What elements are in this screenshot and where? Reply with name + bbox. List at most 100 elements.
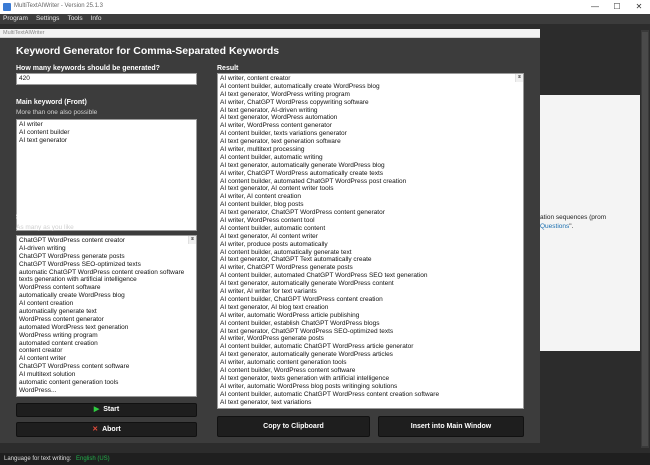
- keyword-count-value: 420: [19, 75, 30, 82]
- list-item: automatically create WordPress blog: [19, 292, 125, 300]
- status-bar: Language for text writing: English (US): [0, 453, 650, 465]
- list-item: AI text generator: [19, 136, 68, 144]
- list-item: automated WordPress text generation: [19, 323, 129, 331]
- result-row: AI text generator, automatically generat…: [220, 280, 394, 288]
- background-document-panel: ation sequences (prom Questions".: [540, 95, 640, 351]
- result-row: AI content builder, establish ChatGPT Wo…: [220, 319, 380, 327]
- dialog-heading: Keyword Generator for Comma-Separated Ke…: [16, 45, 280, 57]
- play-icon: ▶: [93, 406, 100, 413]
- result-row: AI content builder, automated ChatGPT Wo…: [220, 272, 428, 280]
- minimize-icon[interactable]: —: [584, 0, 606, 14]
- result-label: Result: [217, 65, 239, 72]
- result-row: AI text generator, ChatGPT WordPress SEO…: [220, 327, 394, 335]
- sub-keywords-label: Sub-Keywords (Back): [16, 214, 89, 221]
- result-row: AI content builder, texts variations gen…: [220, 130, 347, 138]
- result-row: AI content builder, blog posts: [220, 201, 304, 209]
- result-row: AI text generator, texts generation with…: [220, 374, 390, 382]
- main-scrollbar[interactable]: [641, 30, 649, 448]
- list-item: WordPress content software: [19, 284, 101, 292]
- result-row: AI text generator, AI content writer: [220, 232, 318, 240]
- list-item: AI content creation: [19, 300, 74, 308]
- keyword-count-label: How many keywords should be generated?: [16, 65, 160, 72]
- list-item: AI content writer: [19, 355, 66, 363]
- result-row: AI content builder, automatic ChatGPT Wo…: [220, 390, 440, 398]
- result-row: AI writer, WordPress generate posts: [220, 335, 324, 343]
- result-row: AI text generator, automatically generat…: [220, 351, 393, 359]
- result-row: AI content builder, automated ChatGPT Wo…: [220, 177, 407, 185]
- result-row: AI writer, AI writer for text variants: [220, 288, 317, 296]
- keyword-generator-dialog: MultiTextAIWriter Keyword Generator for …: [0, 29, 540, 443]
- keyword-count-input[interactable]: 420: [16, 73, 197, 85]
- window-title: MultiTextAIWriter - Version 25.1.3: [14, 3, 103, 9]
- sub-keywords-scrollbar[interactable]: ▲ ▼: [188, 236, 196, 244]
- list-item: content creator: [19, 347, 63, 355]
- result-row: AI text generator, AI content writer too…: [220, 185, 334, 193]
- result-row: AI writer, ChatGPT WordPress copywriting…: [220, 98, 369, 106]
- list-item: AI-driven writing: [19, 244, 66, 252]
- result-row: AI text generator, automatically generat…: [220, 161, 385, 169]
- menu-settings[interactable]: Settings: [36, 14, 60, 24]
- result-row: AI content builder, automatic content: [220, 224, 326, 232]
- scroll-down-icon[interactable]: ▼: [189, 236, 196, 244]
- copy-to-clipboard-button[interactable]: Copy to Clipboard: [217, 416, 370, 437]
- sub-keywords-textarea[interactable]: ChatGPT WordPress content creator AI-dri…: [16, 235, 197, 397]
- start-button[interactable]: ▶ Start: [16, 403, 197, 417]
- menu-info[interactable]: Info: [91, 14, 102, 24]
- menu-bar: Program Settings Tools Info: [0, 14, 650, 24]
- result-row: AI writer, AI content creation: [220, 193, 301, 201]
- main-scrollbar-thumb[interactable]: [642, 32, 648, 446]
- list-item: ChatGPT WordPress content creator: [19, 237, 125, 244]
- list-item: automatic content generation tools: [19, 379, 119, 387]
- list-item: texts generation with artificial intelli…: [19, 276, 137, 284]
- result-row: AI text generator, ChatGPT WordPress con…: [220, 209, 385, 217]
- dialog-titlebar: MultiTextAIWriter: [0, 29, 540, 38]
- main-keyword-label: Main keyword (Front): [16, 99, 87, 106]
- close-icon[interactable]: ✕: [628, 0, 650, 14]
- list-item: automated content creation: [19, 339, 98, 347]
- result-row: AI content builder, automatically genera…: [220, 248, 352, 256]
- abort-button-label: Abort: [102, 426, 121, 433]
- background-text: ation sequences (prom Questions".: [540, 213, 606, 231]
- menu-tools[interactable]: Tools: [67, 14, 82, 24]
- status-language-label: Language for text writing:: [4, 456, 72, 462]
- result-row: AI text generator, WordPress writing pro…: [220, 90, 350, 98]
- list-item: ChatGPT WordPress content software: [19, 363, 130, 371]
- list-item: ChatGPT WordPress generate posts: [19, 252, 125, 260]
- list-item: automatic ChatGPT WordPress content crea…: [19, 268, 185, 276]
- background-text-fragment: ation sequences (prom: [540, 214, 607, 221]
- menu-program[interactable]: Program: [3, 14, 28, 24]
- result-row: AI writer, multitext processing: [220, 146, 305, 154]
- result-scrollbar[interactable]: ▲ ▼: [515, 74, 523, 82]
- result-row: AI content builder, ChatGPT WordPress co…: [220, 295, 383, 303]
- result-row: AI text generator, AI-driven writing: [220, 106, 318, 114]
- list-item: WordPress content generator: [19, 315, 104, 323]
- result-row: AI content builder, automatic ChatGPT Wo…: [220, 343, 414, 351]
- result-row: AI text generator, AI blog text creation: [220, 303, 329, 311]
- result-row: AI writer, produce posts automatically: [220, 240, 328, 248]
- start-button-label: Start: [103, 406, 120, 413]
- main-keyword-hint: More than one also possible: [16, 109, 98, 116]
- result-row: AI text generator, ChatGPT Text automati…: [220, 256, 372, 264]
- result-textarea[interactable]: AI writer, content creator AI content bu…: [217, 73, 524, 409]
- list-item: WordPress writing program: [19, 331, 98, 339]
- result-row: AI text generator, WordPress automation: [220, 114, 338, 122]
- app-icon: [3, 3, 11, 11]
- maximize-icon[interactable]: ☐: [606, 0, 628, 14]
- list-item: AI writer: [19, 121, 43, 128]
- scroll-down-icon[interactable]: ▼: [516, 74, 523, 82]
- list-item: AI multitext solution: [19, 371, 76, 379]
- result-row: AI writer, automatic WordPress blog post…: [220, 382, 398, 390]
- result-row: AI writer, automatic content generation …: [220, 359, 347, 367]
- questions-link[interactable]: Questions: [540, 223, 569, 230]
- abort-x-icon: ✕: [92, 426, 99, 433]
- abort-button[interactable]: ✕ Abort: [16, 422, 197, 437]
- result-row: AI content builder, WordPress content so…: [220, 366, 356, 374]
- list-item: WordPress...: [19, 386, 57, 394]
- background-text-end: ".: [569, 223, 574, 230]
- window-titlebar: MultiTextAIWriter - Version 25.1.3 — ☐ ✕: [0, 0, 650, 15]
- result-row: AI writer, WordPress content generator: [220, 122, 332, 130]
- result-row: AI writer, automatic WordPress article p…: [220, 311, 360, 319]
- dialog-title: MultiTextAIWriter: [3, 30, 45, 36]
- result-row: AI content builder, automatic writing: [220, 153, 323, 161]
- insert-into-main-window-button[interactable]: Insert into Main Window: [378, 416, 524, 437]
